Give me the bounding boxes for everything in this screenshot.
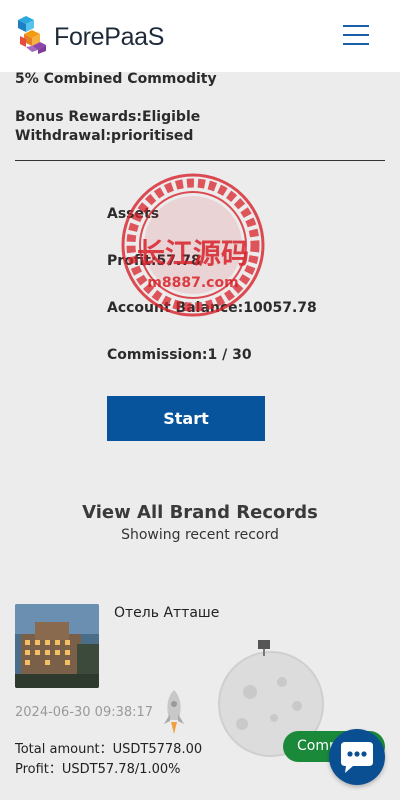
profit-value: Profit:57.78 [107,253,201,269]
records-title: View All Brand Records [82,502,318,523]
top-header: ForePaaS [0,0,400,72]
assets-heading: Assets [107,206,160,222]
bonus-rewards-label: Bonus Rewards:Eligible [15,109,201,125]
chat-bubble-icon [341,742,373,773]
hotel-name: Отель Атташе [114,605,220,621]
withdrawal-label: Withdrawal:prioritised [15,128,194,144]
chat-button[interactable] [329,729,385,785]
watermark-line2: m8887.com [147,275,238,291]
hamburger-menu-icon[interactable] [343,25,369,47]
records-subtitle: Showing recent record [121,527,279,543]
commodity-label: 5% Combined Commodity [15,71,217,87]
commission-value: Commission:1 / 30 [107,347,252,363]
record-profit: Profit：USDT57.78/1.00% [15,762,181,777]
watermark-seal: 长江源码 m8887.com [121,173,265,317]
record-date: 2024-06-30 09:38:17 [15,705,154,720]
account-balance-value: Account Balance:10057.78 [107,300,317,316]
start-button[interactable]: Start [107,396,265,441]
rocket-illustration-icon [164,690,184,734]
hotel-thumbnail [15,604,99,688]
forepaas-logo-icon [18,16,46,54]
section-divider [15,160,385,161]
total-amount: Total amount：USDT5778.00 [15,742,203,757]
brand-name: ForePaaS [54,23,165,51]
